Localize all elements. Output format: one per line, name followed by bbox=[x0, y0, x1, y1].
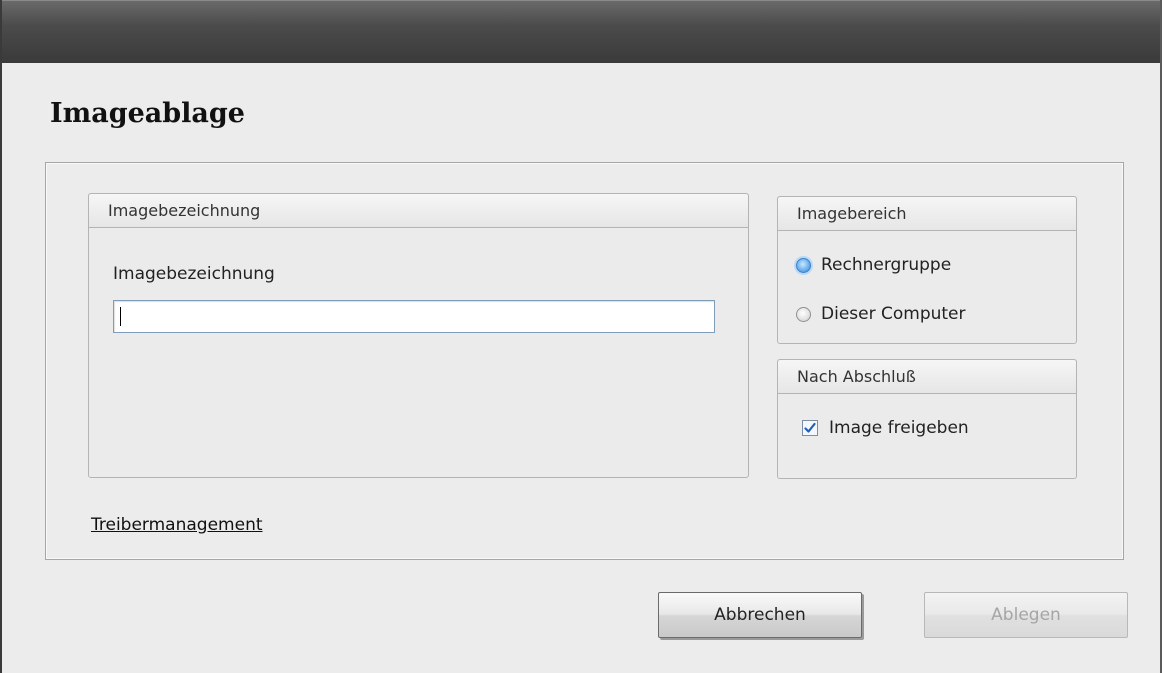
image-area-group-header: Imagebereich bbox=[778, 197, 1076, 231]
radio-dieser-computer-label: Dieser Computer bbox=[821, 304, 966, 324]
text-caret bbox=[120, 307, 121, 326]
main-panel: Imagebezeichnung Imagebezeichnung Imageb… bbox=[45, 162, 1124, 560]
radio-unselected-icon[interactable] bbox=[796, 306, 811, 322]
image-name-input[interactable] bbox=[113, 300, 715, 333]
image-name-label: Imagebezeichnung bbox=[113, 264, 275, 284]
release-image-option[interactable]: Image freigeben bbox=[802, 418, 969, 438]
after-completion-group-header: Nach Abschluß bbox=[778, 360, 1076, 394]
dialog-title: Imageablage bbox=[50, 98, 245, 129]
driver-management-link[interactable]: Treibermanagement bbox=[91, 515, 263, 535]
release-image-label: Image freigeben bbox=[829, 418, 969, 438]
radio-dieser-computer[interactable]: Dieser Computer bbox=[796, 304, 966, 324]
save-button[interactable]: Ablegen bbox=[924, 592, 1128, 638]
radio-rechnergruppe[interactable]: Rechnergruppe bbox=[796, 255, 951, 275]
checkbox-checked-icon[interactable] bbox=[802, 420, 818, 436]
radio-rechnergruppe-label: Rechnergruppe bbox=[821, 255, 952, 275]
title-bar[interactable] bbox=[2, 0, 1160, 63]
image-name-group: Imagebezeichnung Imagebezeichnung bbox=[88, 193, 749, 478]
after-completion-group: Nach Abschluß Image freigeben bbox=[777, 359, 1077, 479]
dialog-window: Imageablage Imagebezeichnung Imagebezeic… bbox=[0, 0, 1162, 673]
image-name-group-header: Imagebezeichnung bbox=[89, 194, 748, 228]
cancel-button[interactable]: Abbrechen bbox=[658, 592, 862, 638]
radio-selected-icon[interactable] bbox=[796, 257, 811, 273]
image-area-group: Imagebereich Rechnergruppe Dieser Comput… bbox=[777, 196, 1077, 344]
